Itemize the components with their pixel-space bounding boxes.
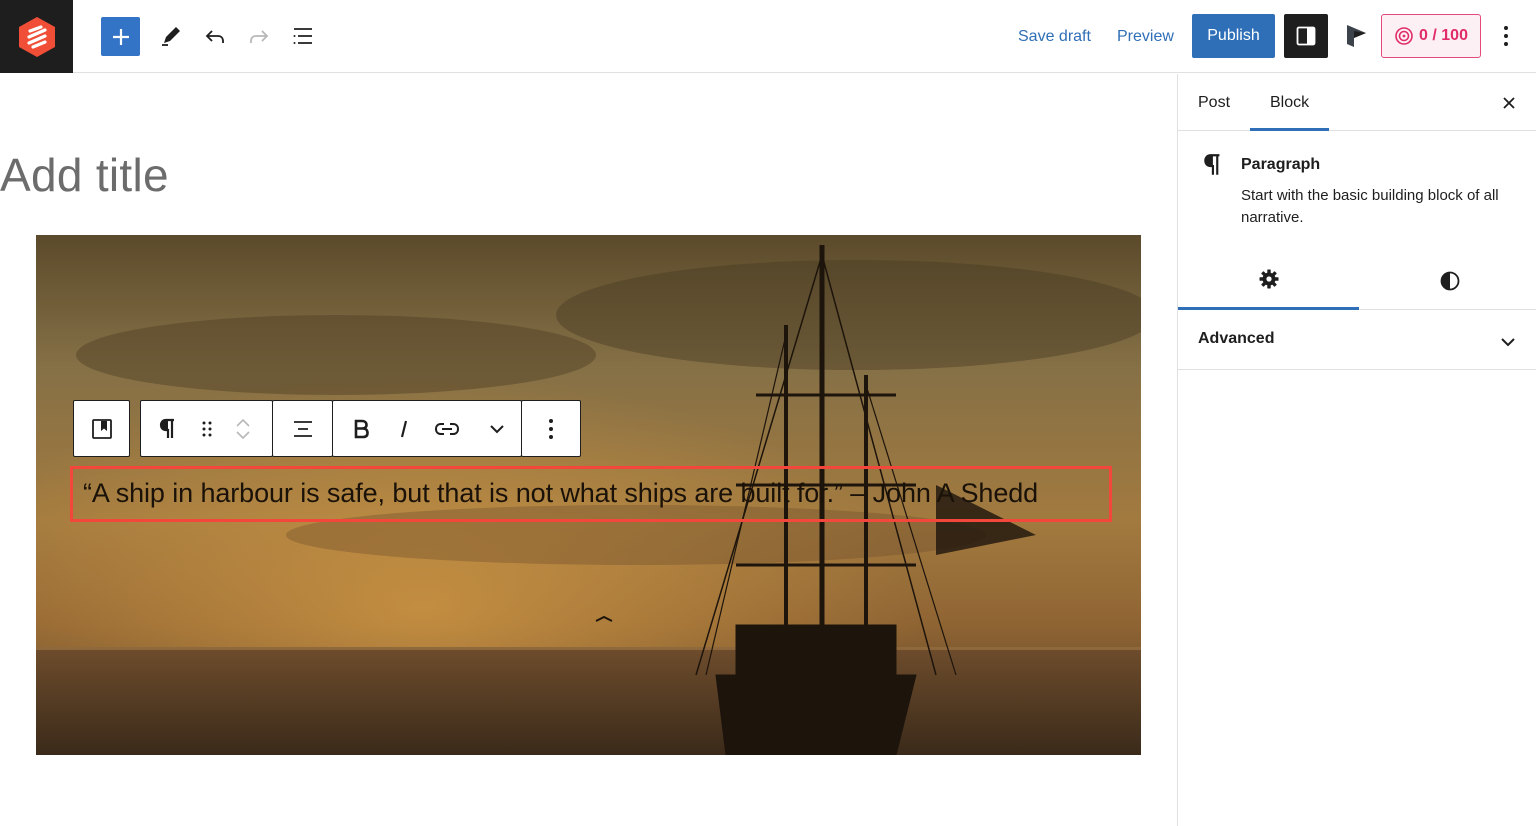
- block-card-description: Start with the basic building block of a…: [1241, 187, 1499, 226]
- link-icon: [434, 422, 460, 435]
- block-toolbar-options-group: [521, 400, 581, 457]
- tab-post[interactable]: Post: [1178, 74, 1250, 131]
- paragraph-icon: [159, 418, 174, 438]
- italic-icon: [400, 420, 408, 437]
- fingerprint-icon: [1395, 27, 1413, 45]
- seo-score-button[interactable]: 0 / 100: [1381, 14, 1481, 58]
- block-card-title: Paragraph: [1241, 156, 1321, 173]
- list-view-icon: [293, 28, 312, 44]
- seo-score-value: 0 / 100: [1419, 27, 1468, 44]
- options-menu-button[interactable]: [1488, 16, 1524, 56]
- tab-block[interactable]: Block: [1250, 74, 1330, 131]
- bold-button[interactable]: [333, 401, 389, 456]
- paragraph-icon: [1204, 154, 1220, 175]
- more-vertical-icon: [549, 418, 553, 439]
- block-type-button[interactable]: [141, 401, 197, 456]
- more-formatting-button[interactable]: [475, 401, 519, 456]
- align-text-button[interactable]: [273, 401, 332, 456]
- block-toolbar-block-group: [140, 400, 273, 457]
- move-block-group: [217, 401, 269, 456]
- logo-icon: [18, 16, 55, 57]
- tools-button[interactable]: [151, 16, 191, 56]
- contrast-icon: [1440, 271, 1459, 290]
- align-center-icon: [293, 420, 312, 437]
- advanced-panel-toggle[interactable]: Advanced: [1178, 310, 1536, 370]
- settings-sidebar: Post Block Paragraph Start with the basi…: [1177, 74, 1536, 826]
- preview-button[interactable]: Preview: [1111, 22, 1180, 52]
- block-inspector-tabs: [1178, 251, 1536, 310]
- block-toolbar-align-group: [272, 400, 333, 457]
- settings-toggle-button[interactable]: [1284, 14, 1328, 58]
- redo-icon: [250, 30, 269, 43]
- italic-button[interactable]: [389, 401, 419, 456]
- post-title-input[interactable]: Add title: [0, 148, 169, 202]
- close-icon: [1503, 97, 1515, 109]
- sidebar-tabs: Post Block: [1178, 74, 1536, 131]
- chevron-up-icon[interactable]: [235, 417, 251, 429]
- flag-icon: [1347, 25, 1366, 47]
- paragraph-block[interactable]: “A ship in harbour is safe, but that is …: [83, 478, 1038, 509]
- block-toolbar-parent-group: [73, 400, 130, 457]
- sidebar-icon: [1296, 26, 1316, 46]
- publish-button[interactable]: Publish: [1192, 14, 1275, 58]
- save-draft-button[interactable]: Save draft: [1012, 22, 1097, 52]
- chevron-down-icon[interactable]: [235, 429, 251, 441]
- cover-block-icon: [91, 418, 112, 439]
- site-logo[interactable]: [0, 0, 73, 73]
- plugin-flag-button[interactable]: [1336, 16, 1376, 56]
- more-vertical-icon: [1504, 26, 1508, 46]
- document-overview-button[interactable]: [283, 16, 323, 56]
- undo-icon: [205, 30, 224, 43]
- chevron-down-icon: [1501, 338, 1515, 347]
- chevron-down-icon: [490, 424, 504, 433]
- advanced-panel-title: Advanced: [1198, 330, 1275, 347]
- pencil-icon: [162, 27, 180, 46]
- redo-button[interactable]: [239, 16, 279, 56]
- tab-styles[interactable]: [1359, 251, 1536, 310]
- undo-button[interactable]: [195, 16, 235, 56]
- gear-icon: [1259, 269, 1278, 289]
- plus-icon: [112, 28, 129, 45]
- drag-handle[interactable]: [197, 401, 217, 456]
- add-block-button[interactable]: [101, 17, 140, 56]
- link-button[interactable]: [419, 401, 475, 456]
- bold-icon: [354, 419, 369, 438]
- close-sidebar-button[interactable]: [1494, 88, 1524, 118]
- block-options-button[interactable]: [522, 401, 580, 456]
- drag-icon: [202, 421, 212, 436]
- select-parent-button[interactable]: [74, 401, 129, 456]
- tab-settings[interactable]: [1178, 251, 1359, 310]
- editor-header: Save draft Preview Publish 0 / 100: [0, 0, 1536, 73]
- block-toolbar-format-group: [332, 400, 522, 457]
